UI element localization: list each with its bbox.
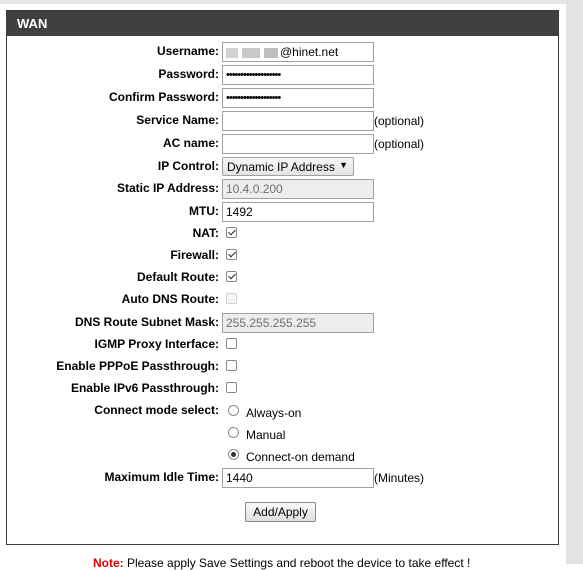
auto-dns-route-checkbox [226, 293, 237, 304]
igmp-proxy-label: IGMP Proxy Interface: [94, 337, 220, 351]
firewall-row: Firewall: [0, 246, 560, 266]
ac-name-label: AC name: [162, 136, 219, 150]
pppoe-passthrough-checkbox[interactable] [226, 360, 237, 371]
firewall-label: Firewall: [170, 248, 219, 262]
ipv6-passthrough-label: Enable IPv6 Passthrough: [70, 381, 219, 395]
note-label: Note: [93, 556, 124, 570]
static-ip-field: 10.4.0.200 [222, 179, 374, 199]
mtu-row: MTU: 1492 [0, 202, 560, 222]
default-route-label: Default Route: [137, 270, 219, 284]
static-ip-row: Static IP Address: 10.4.0.200 [0, 179, 560, 199]
confirm-password-field[interactable]: ••••••••••••••••••• [222, 88, 374, 108]
max-idle-row: Maximum Idle Time: 1440 (Minutes) [0, 468, 560, 488]
ip-control-value: Dynamic IP Address [227, 160, 335, 174]
nat-row: NAT: [0, 224, 560, 244]
dns-route-mask-field: 255.255.255.255 [222, 313, 374, 333]
pppoe-passthrough-label: Enable PPPoE Passthrough: [56, 359, 219, 373]
radio-always-on-label[interactable]: Always-on [246, 406, 301, 420]
radio-connect-on-demand-label[interactable]: Connect-on demand [246, 450, 355, 464]
panel-header: WAN [7, 11, 558, 36]
nat-label: NAT: [192, 226, 219, 240]
ip-control-label: IP Control: [157, 159, 219, 173]
max-idle-field[interactable]: 1440 [222, 468, 374, 488]
radio-manual-label[interactable]: Manual [246, 428, 285, 442]
save-note: Note: Please apply Save Settings and reb… [93, 556, 470, 570]
max-idle-label: Maximum Idle Time: [104, 470, 219, 484]
right-scroll-area [566, 0, 583, 564]
ac-name-optional: (optional) [374, 137, 425, 151]
auto-dns-route-label: Auto DNS Route: [121, 292, 219, 306]
nat-checkbox[interactable] [226, 227, 237, 238]
username-field[interactable]: @hinet.net [222, 42, 374, 62]
redacted-text [226, 47, 278, 58]
default-route-checkbox[interactable] [226, 271, 237, 282]
ipv6-passthrough-row: Enable IPv6 Passthrough: [0, 379, 560, 399]
default-route-row: Default Route: [0, 268, 560, 288]
service-name-field[interactable] [222, 111, 374, 131]
username-row: Username: @hinet.net [0, 42, 560, 62]
username-label: Username: [156, 44, 219, 58]
service-name-row: Service Name: (optional) [0, 111, 560, 131]
confirm-password-label: Confirm Password: [108, 90, 219, 104]
ip-control-select[interactable]: Dynamic IP Address ▼ [222, 157, 354, 176]
pppoe-passthrough-row: Enable PPPoE Passthrough: [0, 357, 560, 377]
max-idle-unit: (Minutes) [374, 471, 425, 485]
mtu-field[interactable]: 1492 [222, 202, 374, 222]
confirm-password-row: Confirm Password: ••••••••••••••••••• [0, 88, 560, 108]
dns-route-mask-label: DNS Route Subnet Mask: [74, 315, 219, 329]
igmp-proxy-row: IGMP Proxy Interface: [0, 335, 560, 355]
top-edge [0, 0, 583, 4]
password-field[interactable]: ••••••••••••••••••• [222, 65, 374, 85]
password-row: Password: ••••••••••••••••••• [0, 65, 560, 85]
ip-control-row: IP Control: Dynamic IP Address ▼ [0, 157, 560, 177]
password-label: Password: [158, 67, 219, 81]
note-text: Please apply Save Settings and reboot th… [123, 556, 471, 570]
service-name-label: Service Name: [136, 113, 219, 127]
dropdown-arrow-icon: ▼ [339, 160, 348, 170]
username-value-suffix: @hinet.net [280, 45, 339, 59]
firewall-checkbox[interactable] [226, 249, 237, 260]
static-ip-label: Static IP Address: [116, 181, 219, 195]
mtu-label: MTU: [189, 204, 219, 218]
ipv6-passthrough-checkbox[interactable] [226, 382, 237, 393]
ac-name-field[interactable] [222, 134, 374, 154]
radio-manual[interactable] [228, 427, 239, 438]
add-apply-button[interactable]: Add/Apply [245, 502, 316, 522]
service-name-optional: (optional) [374, 114, 425, 128]
radio-connect-on-demand[interactable] [228, 449, 239, 460]
ac-name-row: AC name: (optional) [0, 134, 560, 154]
dns-route-mask-row: DNS Route Subnet Mask: 255.255.255.255 [0, 313, 560, 333]
connect-mode-label: Connect mode select: [94, 403, 219, 417]
auto-dns-route-row: Auto DNS Route: [0, 290, 560, 310]
panel-title: WAN [17, 16, 48, 31]
igmp-proxy-checkbox[interactable] [226, 338, 237, 349]
radio-always-on[interactable] [228, 405, 239, 416]
